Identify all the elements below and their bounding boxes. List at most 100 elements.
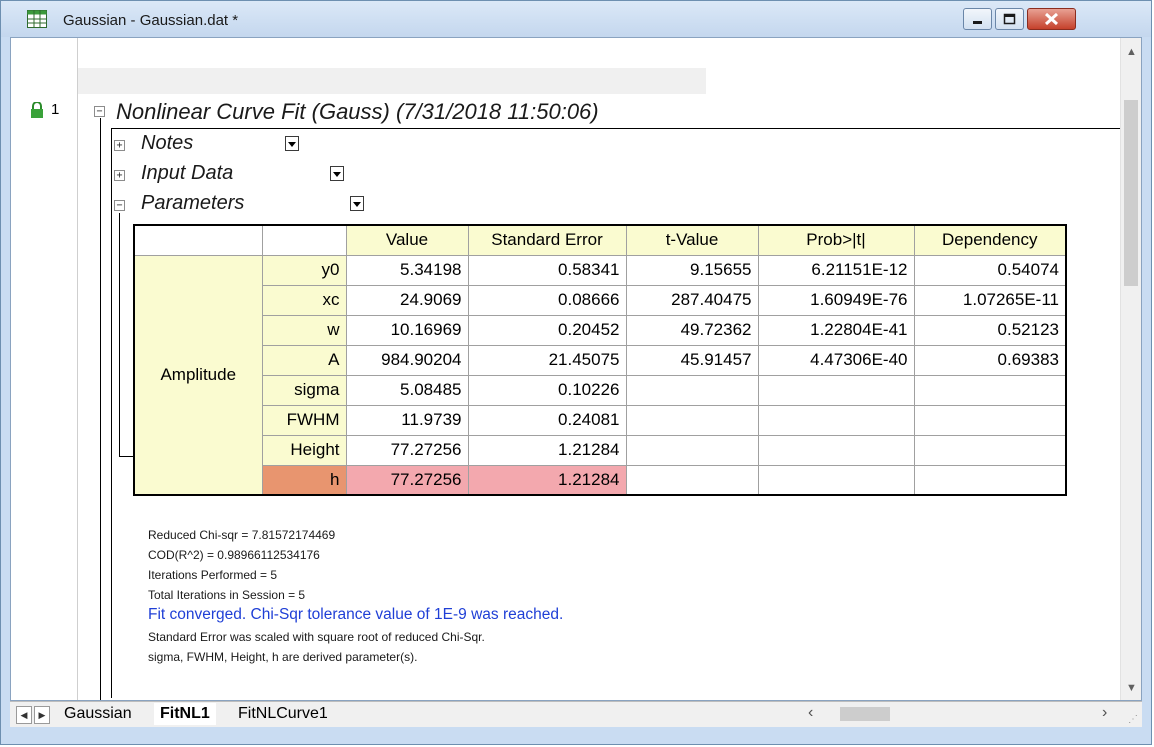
cell-value[interactable]: 77.27256	[345, 434, 469, 466]
title-bar[interactable]: Gaussian - Gaussian.dat *	[1, 1, 1151, 37]
cell-stderr-highlighted[interactable]: 1.21284	[467, 464, 627, 496]
cell-t[interactable]	[625, 374, 759, 406]
total-iterations-note: Total Iterations in Session = 5	[148, 588, 306, 602]
cell-stderr[interactable]: 0.58341	[467, 254, 627, 286]
cell-t[interactable]	[625, 404, 759, 436]
report-heading: Nonlinear Curve Fit (Gauss) (7/31/2018 1…	[116, 99, 599, 124]
tab-fitnlcurve1[interactable]: FitNLCurve1	[238, 703, 328, 725]
maximize-icon	[1003, 13, 1016, 25]
cell-value[interactable]: 11.9739	[345, 404, 469, 436]
scroll-down-icon[interactable]: ▼	[1126, 682, 1137, 694]
tab-gaussian[interactable]: Gaussian	[64, 703, 132, 725]
maximize-button[interactable]	[995, 8, 1024, 30]
vertical-scroll-thumb[interactable]	[1124, 100, 1138, 286]
scroll-right-icon[interactable]: ›	[1102, 704, 1107, 722]
tree-line-main	[100, 118, 101, 700]
parameters-section-label: Parameters	[141, 192, 245, 214]
cell-t[interactable]: 45.91457	[625, 344, 759, 376]
param-name: xc	[261, 284, 347, 316]
sheet-tab-bar: ◀ ▶ Gaussian FitNL1 FitNLCurve1 ‹ › ⋰	[10, 701, 1142, 727]
tab-fitnl1[interactable]: FitNL1	[154, 703, 216, 725]
row-gutter	[11, 38, 78, 700]
cell-t[interactable]	[625, 434, 759, 466]
cell-dep[interactable]: 0.54074	[913, 254, 1067, 286]
table-row: h 77.27256 1.21284	[134, 464, 1067, 496]
tree-line-parameters	[119, 213, 120, 456]
parameters-table: Value Standard Error t-Value Prob>|t| De…	[133, 224, 1067, 496]
vertical-scrollbar[interactable]: ▲ ▼	[1120, 38, 1141, 700]
cell-dep[interactable]	[913, 404, 1067, 436]
notes-dropdown[interactable]	[285, 136, 299, 151]
resize-grip-icon[interactable]: ⋰	[1128, 714, 1138, 725]
lock-icon[interactable]	[30, 101, 44, 123]
reduced-chi-sqr-note: Reduced Chi-sqr = 7.81572174469	[148, 528, 336, 542]
table-row: A 984.90204 21.45075 45.91457 4.47306E-4…	[134, 344, 1067, 376]
cell-t[interactable]: 287.40475	[625, 284, 759, 316]
header-value: Value	[345, 224, 469, 256]
table-row: w 10.16969 0.20452 49.72362 1.22804E-41 …	[134, 314, 1067, 346]
cell-stderr[interactable]: 0.10226	[467, 374, 627, 406]
cell-prob[interactable]: 1.22804E-41	[757, 314, 915, 346]
table-row: Height 77.27256 1.21284	[134, 434, 1067, 466]
cell-dep[interactable]: 1.07265E-11	[913, 284, 1067, 316]
parameters-dropdown[interactable]	[350, 196, 364, 211]
cell-prob[interactable]: 1.60949E-76	[757, 284, 915, 316]
horizontal-scroll-thumb[interactable]	[840, 707, 890, 721]
next-sheet-icon[interactable]: ▶	[34, 706, 50, 724]
cell-t[interactable]: 49.72362	[625, 314, 759, 346]
close-icon	[1044, 12, 1059, 26]
input-data-dropdown[interactable]	[330, 166, 344, 181]
category-amplitude: Amplitude	[133, 254, 263, 496]
cell-t[interactable]	[625, 464, 759, 496]
cell-value[interactable]: 24.9069	[345, 284, 469, 316]
cell-dep[interactable]: 0.69383	[913, 344, 1067, 376]
horizontal-scrollbar[interactable]: ‹ ›	[800, 704, 1142, 724]
cell-stderr[interactable]: 21.45075	[467, 344, 627, 376]
row-number: 1	[51, 101, 60, 118]
close-button[interactable]	[1027, 8, 1076, 30]
cell-stderr[interactable]: 1.21284	[467, 434, 627, 466]
cell-value-highlighted[interactable]: 77.27256	[345, 464, 469, 496]
header-dependency: Dependency	[913, 224, 1067, 256]
minimize-button[interactable]	[963, 8, 992, 30]
cell-t[interactable]: 9.15655	[625, 254, 759, 286]
header-t-value: t-Value	[625, 224, 759, 256]
cell-dep[interactable]	[913, 374, 1067, 406]
cell-prob[interactable]	[757, 434, 915, 466]
cell-value[interactable]: 984.90204	[345, 344, 469, 376]
expand-notes-toggle[interactable]: +	[114, 140, 125, 151]
cell-stderr[interactable]: 0.24081	[467, 404, 627, 436]
expand-input-data-toggle[interactable]: +	[114, 170, 125, 181]
header-prob: Prob>|t|	[757, 224, 915, 256]
cell-prob[interactable]	[757, 374, 915, 406]
cell-stderr[interactable]: 0.20452	[467, 314, 627, 346]
cod-note: COD(R^2) = 0.98966112534176	[148, 548, 320, 562]
cell-prob[interactable]: 4.47306E-40	[757, 344, 915, 376]
cell-value[interactable]: 10.16969	[345, 314, 469, 346]
cell-prob[interactable]	[757, 464, 915, 496]
previous-sheet-icon[interactable]: ◀	[16, 706, 32, 724]
collapse-parameters-toggle[interactable]: −	[114, 200, 125, 211]
param-name: w	[261, 314, 347, 346]
minimize-icon	[973, 21, 982, 24]
param-name: A	[261, 344, 347, 376]
cell-value[interactable]: 5.08485	[345, 374, 469, 406]
param-name: y0	[261, 254, 347, 286]
section-rule	[111, 128, 1123, 129]
table-row: FWHM 11.9739 0.24081	[134, 404, 1067, 436]
cell-value[interactable]: 5.34198	[345, 254, 469, 286]
tree-line-parameters-end	[119, 456, 133, 457]
cell-dep[interactable]	[913, 434, 1067, 466]
cell-prob[interactable]	[757, 404, 915, 436]
collapse-report-toggle[interactable]: −	[94, 106, 105, 117]
cell-dep[interactable]: 0.52123	[913, 314, 1067, 346]
cell-stderr[interactable]: 0.08666	[467, 284, 627, 316]
scroll-left-icon[interactable]: ‹	[808, 704, 813, 722]
iterations-note: Iterations Performed = 5	[148, 568, 278, 582]
cell-prob[interactable]: 6.21151E-12	[757, 254, 915, 286]
table-header-row: Value Standard Error t-Value Prob>|t| De…	[133, 224, 1067, 256]
scroll-up-icon[interactable]: ▲	[1126, 46, 1137, 58]
derived-params-note: sigma, FWHM, Height, h are derived param…	[148, 650, 418, 664]
cell-dep[interactable]	[913, 464, 1067, 496]
input-data-section-label: Input Data	[141, 162, 234, 184]
